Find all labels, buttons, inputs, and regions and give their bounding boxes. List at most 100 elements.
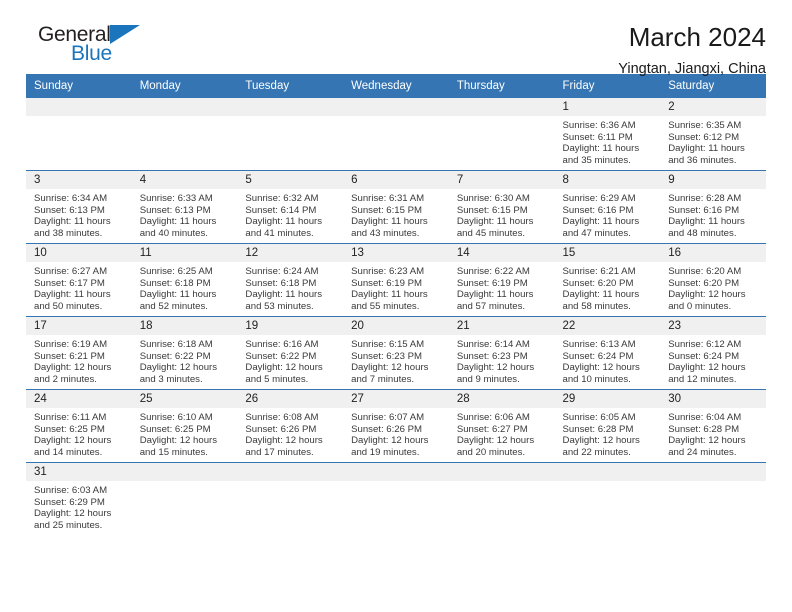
daylight-text-cont: and 0 minutes.: [668, 300, 732, 312]
calendar-day-cell[interactable]: 28 Sunrise: 6:06 AM Sunset: 6:27 PM Dayligh…: [448, 389, 555, 463]
sunset-text: Sunset: 6:25 PM: [34, 423, 105, 435]
calendar-day-cell[interactable]: 10 Sunrise: 6:27 AM Sunset: 6:17 PM Dayligh…: [26, 243, 132, 317]
day-sun-info: Sunrise: 6:34 AM Sunset: 6:13 PM Daylight:…: [26, 189, 132, 239]
calendar-day-cell[interactable]: 3 Sunrise: 6:34 AM Sunset: 6:13 PM Daylight…: [26, 170, 132, 244]
day-cell-content: 28 Sunrise: 6:06 AM Sunset: 6:27 PM Dayligh…: [448, 390, 555, 462]
day-sun-info: Sunrise: 6:21 AM Sunset: 6:20 PM Daylight:…: [555, 262, 661, 312]
day-cell-content: [554, 463, 661, 535]
day-number: 19: [245, 320, 259, 332]
day-number-band: 13: [343, 244, 449, 262]
calendar-day-cell[interactable]: 11 Sunrise: 6:25 AM Sunset: 6:18 PM Dayligh…: [131, 243, 238, 317]
daylight-text: Daylight: 11 hours: [562, 216, 640, 228]
calendar-day-cell[interactable]: 7 Sunrise: 6:30 AM Sunset: 6:15 PM Daylight…: [448, 170, 555, 244]
day-number-band: 1: [554, 98, 661, 116]
calendar-day-cell[interactable]: 1 Sunrise: 6:36 AM Sunset: 6:11 PM Daylight…: [554, 98, 661, 171]
calendar-day-cell[interactable]: 4 Sunrise: 6:33 AM Sunset: 6:13 PM Daylight…: [131, 170, 238, 244]
calendar-day-cell[interactable]: 16 Sunrise: 6:20 AM Sunset: 6:20 PM Dayligh…: [660, 243, 766, 317]
day-number: [237, 463, 343, 465]
brand-logo[interactable]: General Blue: [26, 22, 156, 74]
calendar-day-cell[interactable]: 31 Sunrise: 6:03 AM Sunset: 6:29 PM Dayligh…: [26, 462, 132, 535]
day-number: [449, 463, 555, 465]
day-cell-content: [131, 98, 238, 170]
day-cell-content: 23 Sunrise: 6:12 AM Sunset: 6:24 PM Dayligh…: [660, 317, 766, 389]
calendar-day-cell[interactable]: 25 Sunrise: 6:10 AM Sunset: 6:25 PM Dayligh…: [131, 389, 238, 463]
day-sun-info: [237, 116, 343, 120]
daylight-text-cont: and 3 minutes.: [139, 373, 203, 385]
sunset-text: Sunset: 6:24 PM: [668, 350, 740, 362]
calendar-day-cell[interactable]: 29 Sunrise: 6:05 AM Sunset: 6:28 PM Dayligh…: [554, 389, 661, 463]
daylight-text: Daylight: 12 hours: [562, 362, 640, 374]
day-number: 10: [34, 247, 47, 259]
day-number: 5: [245, 174, 252, 186]
calendar-day-cell[interactable]: 9 Sunrise: 6:28 AM Sunset: 6:16 PM Daylight…: [660, 170, 766, 244]
calendar-day-cell[interactable]: 14 Sunrise: 6:22 AM Sunset: 6:19 PM Dayligh…: [448, 243, 555, 317]
calendar-day-cell[interactable]: 24 Sunrise: 6:11 AM Sunset: 6:25 PM Dayligh…: [26, 389, 132, 463]
daylight-text-cont: and 38 minutes.: [34, 227, 103, 239]
calendar-empty-cell: [343, 462, 449, 535]
calendar-day-cell[interactable]: 17 Sunrise: 6:19 AM Sunset: 6:21 PM Dayligh…: [26, 316, 132, 390]
calendar-day-cell[interactable]: 30 Sunrise: 6:04 AM Sunset: 6:28 PM Dayligh…: [660, 389, 766, 463]
day-sun-info: Sunrise: 6:08 AM Sunset: 6:26 PM Daylight:…: [237, 408, 343, 458]
calendar-day-cell[interactable]: 18 Sunrise: 6:18 AM Sunset: 6:22 PM Dayligh…: [131, 316, 238, 390]
daylight-text-cont: and 35 minutes.: [562, 154, 631, 166]
calendar-day-cell[interactable]: 12 Sunrise: 6:24 AM Sunset: 6:18 PM Dayligh…: [237, 243, 344, 317]
calendar-day-cell[interactable]: 2 Sunrise: 6:35 AM Sunset: 6:12 PM Daylight…: [660, 98, 766, 171]
sunrise-text: Sunrise: 6:13 AM: [562, 339, 636, 350]
day-number-band: 6: [343, 171, 449, 189]
daylight-text-cont: and 45 minutes.: [456, 227, 526, 239]
calendar-day-cell[interactable]: 26 Sunrise: 6:08 AM Sunset: 6:26 PM Dayligh…: [237, 389, 344, 463]
day-sun-info: [343, 116, 449, 120]
day-number: [343, 463, 449, 465]
day-cell-content: 22 Sunrise: 6:13 AM Sunset: 6:24 PM Dayligh…: [554, 317, 661, 389]
calendar-day-cell[interactable]: 21 Sunrise: 6:14 AM Sunset: 6:23 PM Dayligh…: [448, 316, 555, 390]
sunset-text: Sunset: 6:21 PM: [34, 350, 105, 362]
location-subtitle: Yingtan, Jiangxi, China: [618, 61, 766, 77]
day-number-band: 24: [26, 390, 132, 408]
calendar-page: General Blue March 2024 Yingtan, Jiangxi…: [0, 0, 792, 612]
day-sun-info: Sunrise: 6:14 AM Sunset: 6:23 PM Daylight:…: [449, 335, 555, 385]
day-sun-info: Sunrise: 6:16 AM Sunset: 6:22 PM Daylight:…: [237, 335, 343, 385]
daylight-text-cont: and 48 minutes.: [668, 227, 737, 239]
daylight-text-cont: and 14 minutes.: [34, 446, 103, 458]
day-cell-content: 24 Sunrise: 6:11 AM Sunset: 6:25 PM Dayligh…: [26, 390, 132, 462]
calendar-day-cell[interactable]: 27 Sunrise: 6:07 AM Sunset: 6:26 PM Dayligh…: [343, 389, 449, 463]
sunset-text: Sunset: 6:26 PM: [245, 423, 317, 435]
sunrise-text: Sunrise: 6:31 AM: [351, 193, 425, 204]
calendar-day-cell[interactable]: 8 Sunrise: 6:29 AM Sunset: 6:16 PM Daylight…: [554, 170, 661, 244]
calendar-day-cell[interactable]: 20 Sunrise: 6:15 AM Sunset: 6:23 PM Dayligh…: [343, 316, 449, 390]
day-cell-content: [237, 98, 344, 170]
sunrise-text: Sunrise: 6:14 AM: [456, 339, 530, 350]
calendar-week-row: 24 Sunrise: 6:11 AM Sunset: 6:25 PM Dayligh…: [26, 389, 766, 463]
day-cell-content: 16 Sunrise: 6:20 AM Sunset: 6:20 PM Dayligh…: [660, 244, 766, 316]
day-number: 14: [456, 247, 470, 259]
daylight-text-cont: and 7 minutes.: [351, 373, 415, 385]
calendar-day-cell[interactable]: 23 Sunrise: 6:12 AM Sunset: 6:24 PM Dayligh…: [660, 316, 766, 390]
day-number-band: 23: [660, 317, 766, 335]
calendar-empty-cell: [343, 98, 449, 171]
day-sun-info: Sunrise: 6:06 AM Sunset: 6:27 PM Daylight:…: [449, 408, 555, 458]
day-number-band: 20: [343, 317, 449, 335]
calendar-week-row: 3 Sunrise: 6:34 AM Sunset: 6:13 PM Daylight…: [26, 170, 766, 244]
day-number-band: [448, 98, 555, 116]
calendar-grid: Sunday Monday Tuesday Wednesday Thursday…: [26, 74, 766, 535]
calendar-day-cell[interactable]: 5 Sunrise: 6:32 AM Sunset: 6:14 PM Daylight…: [237, 170, 344, 244]
sunset-text: Sunset: 6:12 PM: [668, 131, 740, 143]
calendar-day-cell[interactable]: 13 Sunrise: 6:23 AM Sunset: 6:19 PM Dayligh…: [343, 243, 449, 317]
day-number: 16: [668, 247, 682, 259]
day-sun-info: Sunrise: 6:19 AM Sunset: 6:21 PM Daylight:…: [26, 335, 132, 385]
calendar-day-cell[interactable]: 22 Sunrise: 6:13 AM Sunset: 6:24 PM Dayligh…: [554, 316, 661, 390]
day-number: [555, 463, 661, 465]
daylight-text-cont: and 17 minutes.: [245, 446, 314, 458]
day-number-band: 8: [554, 171, 661, 189]
day-sun-info: [26, 116, 132, 120]
calendar-day-cell[interactable]: 15 Sunrise: 6:21 AM Sunset: 6:20 PM Dayligh…: [554, 243, 661, 317]
day-number: 30: [668, 393, 682, 405]
calendar-day-cell[interactable]: 6 Sunrise: 6:31 AM Sunset: 6:15 PM Daylight…: [343, 170, 449, 244]
day-number-band: 27: [343, 390, 449, 408]
day-number: 8: [562, 174, 569, 186]
daylight-text-cont: and 5 minutes.: [245, 373, 309, 385]
daylight-text: Daylight: 11 hours: [34, 289, 111, 301]
calendar-day-cell[interactable]: 19 Sunrise: 6:16 AM Sunset: 6:22 PM Dayligh…: [237, 316, 344, 390]
day-number: 25: [139, 393, 153, 405]
day-sun-info: Sunrise: 6:30 AM Sunset: 6:15 PM Daylight:…: [449, 189, 555, 239]
